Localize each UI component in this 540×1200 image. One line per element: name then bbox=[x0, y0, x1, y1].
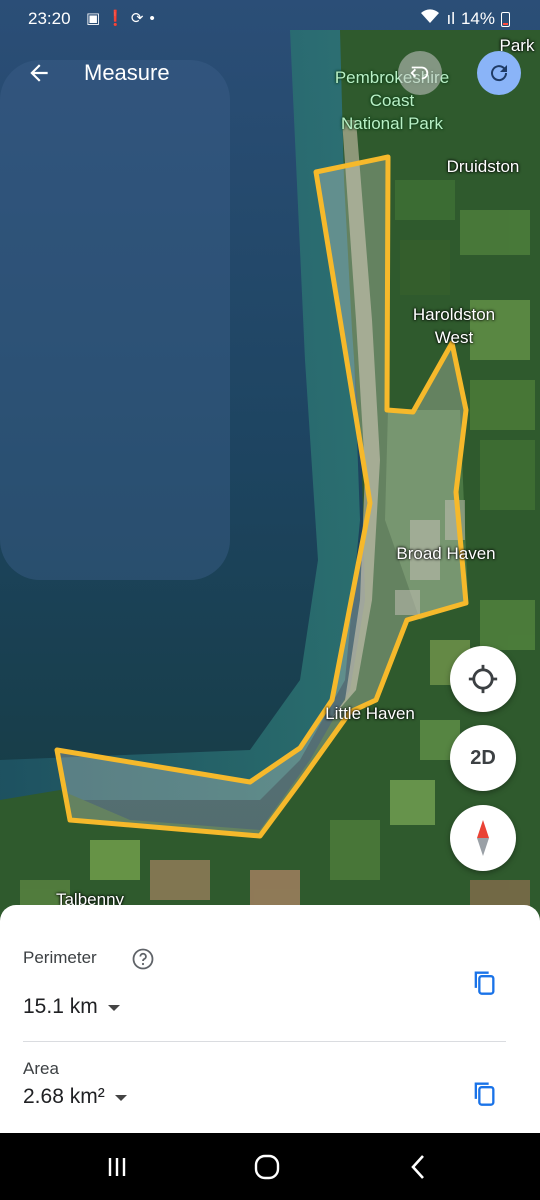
view-mode-button[interactable]: 2D bbox=[450, 725, 516, 791]
area-unit-dropdown[interactable]: 2.68 km² bbox=[23, 1085, 127, 1109]
redo-button[interactable] bbox=[477, 51, 521, 95]
place-label: Little Haven bbox=[325, 704, 415, 723]
sync-icon: ⟳ bbox=[130, 10, 150, 27]
dot-icon: • bbox=[149, 10, 161, 27]
chevron-down-icon bbox=[107, 1005, 120, 1011]
perimeter-label: Perimeter bbox=[23, 948, 97, 967]
satellite-map[interactable] bbox=[0, 0, 540, 930]
signal-icon: ıl bbox=[446, 9, 455, 28]
perimeter-unit-dropdown[interactable]: 15.1 km bbox=[23, 995, 120, 1019]
alert-icon: ❗ bbox=[106, 10, 131, 27]
recent-apps-button[interactable] bbox=[97, 1151, 137, 1183]
area-value: 2.68 km² bbox=[23, 1085, 105, 1108]
compass-icon bbox=[477, 820, 489, 856]
help-icon[interactable] bbox=[131, 947, 155, 971]
status-right: ıl 14% bbox=[420, 9, 510, 29]
nav-back-icon bbox=[411, 1155, 424, 1179]
wifi-icon bbox=[420, 9, 440, 29]
recent-apps-icon bbox=[108, 1158, 126, 1176]
my-location-icon bbox=[468, 664, 498, 694]
image-icon: ▣ bbox=[86, 10, 107, 27]
perimeter-value: 15.1 km bbox=[23, 995, 98, 1018]
status-bar: 23:20 ▣❗⟳• ıl 14% bbox=[0, 0, 540, 38]
arrow-back-icon bbox=[30, 64, 48, 82]
divider bbox=[23, 1041, 506, 1042]
undo-icon bbox=[410, 66, 429, 80]
copy-icon[interactable] bbox=[470, 1079, 498, 1107]
place-label: Druidston bbox=[446, 157, 520, 176]
chevron-down-icon bbox=[114, 1095, 127, 1101]
back-button[interactable] bbox=[18, 52, 60, 94]
notification-icons: ▣❗⟳• bbox=[86, 9, 161, 27]
compass-button[interactable] bbox=[450, 805, 516, 871]
redo-icon bbox=[491, 65, 508, 82]
home-button[interactable] bbox=[247, 1151, 287, 1183]
battery-icon bbox=[501, 11, 510, 27]
system-nav-bar bbox=[0, 1133, 540, 1200]
home-icon bbox=[254, 1154, 280, 1180]
nav-back-button[interactable] bbox=[398, 1151, 438, 1183]
place-label: Haroldston West bbox=[412, 305, 496, 347]
place-label: Broad Haven bbox=[396, 544, 496, 563]
app-bar: Measure bbox=[0, 44, 540, 102]
area-label: Area bbox=[23, 1059, 59, 1078]
undo-button[interactable] bbox=[398, 51, 442, 95]
battery-percent: 14% bbox=[460, 9, 495, 28]
status-time: 23:20 bbox=[28, 9, 71, 28]
my-location-button[interactable] bbox=[450, 646, 516, 712]
page-title: Measure bbox=[84, 60, 170, 85]
measure-sheet: Perimeter 15.1 km Area 2.68 km² bbox=[0, 905, 540, 1133]
copy-icon[interactable] bbox=[470, 968, 498, 996]
map-imagery bbox=[0, 0, 540, 930]
